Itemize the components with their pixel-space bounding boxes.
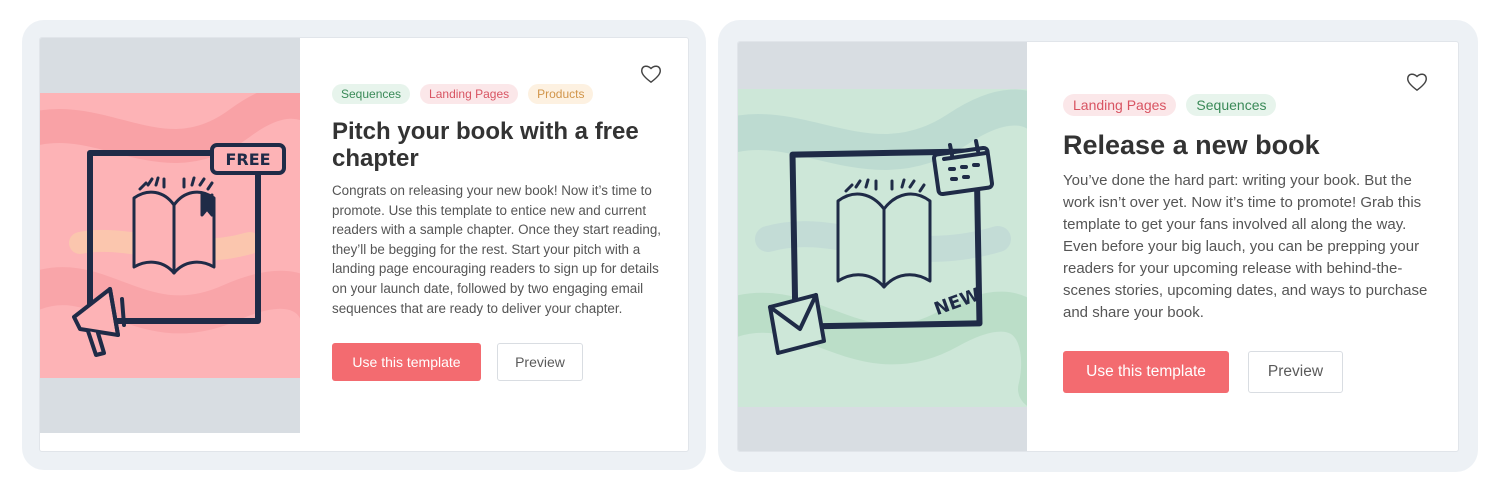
template-description: You’ve done the hard part: writing your …	[1063, 172, 1428, 321]
template-title: Pitch your book with a free chapter	[332, 118, 639, 172]
template-card-pitch-book: FREE Sequences Landing Pages Products Pi…	[39, 37, 689, 452]
template-image: FREE	[40, 38, 300, 433]
use-template-button[interactable]: Use this template	[332, 343, 481, 382]
favorite-heart-icon[interactable]	[640, 64, 662, 84]
tag-landing-pages[interactable]: Landing Pages	[1063, 94, 1177, 116]
template-description: Congrats on releasing your new book! Now…	[332, 183, 661, 316]
tag-products[interactable]: Products	[528, 84, 594, 104]
template-content: Sequences Landing Pages Products Pitch y…	[332, 84, 662, 382]
preview-button[interactable]: Preview	[1248, 351, 1343, 393]
tag-list: Sequences Landing Pages Products	[332, 84, 662, 104]
template-actions: Use this template Preview	[332, 343, 662, 382]
preview-button[interactable]: Preview	[497, 343, 583, 382]
tag-sequences[interactable]: Sequences	[332, 84, 411, 104]
template-illustration: FREE	[40, 93, 300, 378]
template-title: Release a new book	[1063, 130, 1320, 160]
template-card-release-book: NEW Landing Pages Sequences Release a ne…	[737, 41, 1459, 452]
book-illustration: NEW	[738, 89, 1027, 407]
tag-list: Landing Pages Sequences	[1063, 94, 1435, 116]
svg-text:FREE: FREE	[225, 150, 270, 169]
free-badge: FREE	[210, 143, 286, 175]
book-illustration: FREE	[40, 93, 300, 378]
use-template-button[interactable]: Use this template	[1063, 351, 1229, 393]
template-illustration: NEW	[738, 89, 1027, 407]
envelope-icon	[768, 293, 826, 355]
tag-landing-pages[interactable]: Landing Pages	[420, 84, 519, 104]
template-content: Landing Pages Sequences Release a new bo…	[1063, 94, 1435, 393]
favorite-heart-icon[interactable]	[1406, 72, 1428, 92]
tag-sequences[interactable]: Sequences	[1186, 94, 1277, 116]
template-actions: Use this template Preview	[1063, 351, 1435, 393]
template-image: NEW	[738, 42, 1027, 451]
